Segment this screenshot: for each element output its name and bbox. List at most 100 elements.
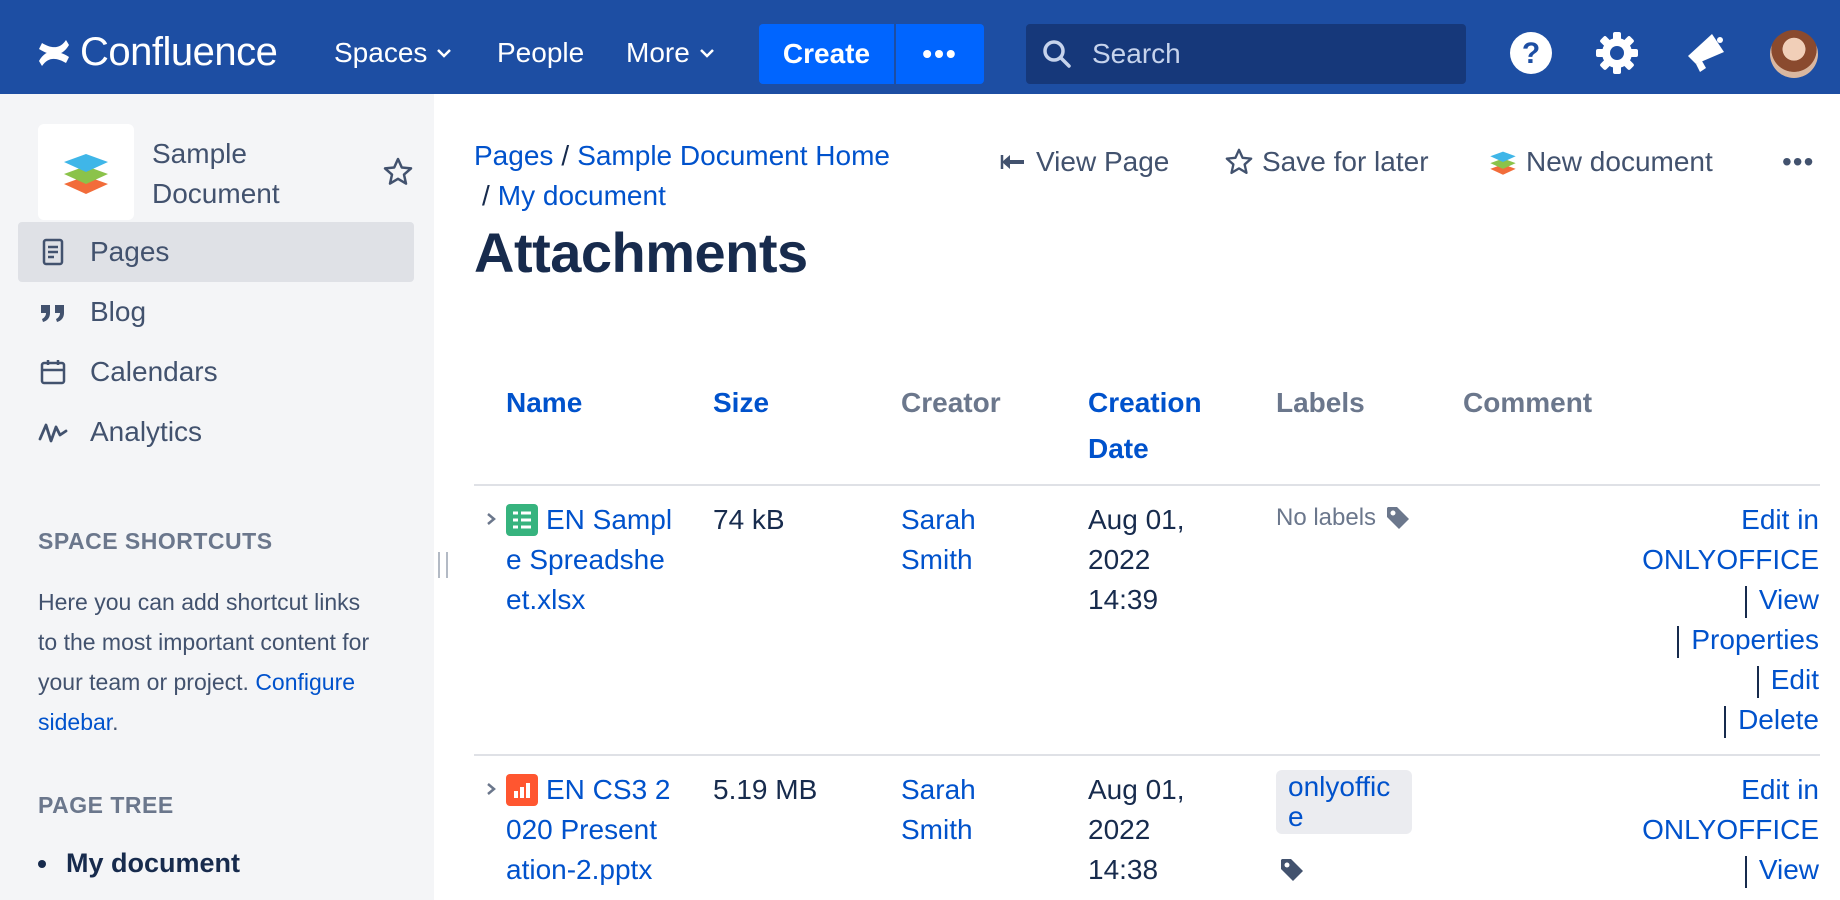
- separator: [1756, 665, 1759, 698]
- attachment-operations: Edit in ONLYOFFICE View: [1642, 770, 1819, 890]
- save-for-later-button[interactable]: Save for later: [1224, 146, 1429, 178]
- page-tree-heading: PAGE TREE: [38, 792, 174, 818]
- attachment-name-link[interactable]: EN CS3 2: [546, 770, 671, 810]
- attachment-name-link-continued[interactable]: e Spreadshe et.xlsx: [506, 540, 665, 620]
- delete-link[interactable]: Delete: [1738, 704, 1819, 735]
- name-line: et.xlsx: [506, 584, 586, 615]
- name-line: EN Sampl: [546, 504, 673, 535]
- column-header-creation-date[interactable]: Creation Date: [1088, 380, 1238, 472]
- more-actions-button[interactable]: •••: [1782, 146, 1814, 178]
- more-menu-label: More: [626, 37, 690, 68]
- search-box[interactable]: [1026, 24, 1466, 84]
- star-icon[interactable]: [382, 156, 414, 188]
- name-line: ation-2.pptx: [506, 854, 653, 885]
- breadcrumb-pages[interactable]: Pages: [474, 140, 553, 171]
- edit-link[interactable]: Edit: [1771, 664, 1819, 695]
- spaces-menu-label: Spaces: [334, 37, 428, 68]
- spaces-menu[interactable]: Spaces: [334, 37, 452, 69]
- tag-icon[interactable]: [1384, 504, 1412, 532]
- attachment-name-link[interactable]: EN Sampl: [546, 500, 672, 540]
- presentation-icon: [506, 774, 538, 806]
- space-shortcuts-heading: SPACE SHORTCUTS: [38, 528, 273, 554]
- name-line: 020 Present: [506, 814, 657, 845]
- name-line: e Spreadshe: [506, 544, 665, 575]
- arrow-back-icon: [1000, 155, 1024, 169]
- page-tree-item[interactable]: My document: [38, 848, 240, 879]
- analytics-icon: [38, 423, 68, 443]
- user-avatar[interactable]: [1770, 30, 1818, 78]
- sidebar-item-label: Blog: [90, 296, 147, 327]
- onlyoffice-layers-icon: [1490, 151, 1516, 175]
- date-line: Aug 01,: [1088, 774, 1185, 805]
- column-header-creator: Creator: [901, 387, 1001, 418]
- date-line: Aug 01,: [1088, 504, 1185, 535]
- sidebar-item-label: Pages: [90, 236, 170, 267]
- column-header-name[interactable]: Name: [506, 380, 582, 426]
- breadcrumb-space-home[interactable]: Sample Document Home: [577, 140, 890, 171]
- date-line: 14:39: [1088, 584, 1159, 615]
- notification-megaphone-icon[interactable]: [1682, 30, 1728, 76]
- date-line: 2022: [1088, 544, 1151, 575]
- attachment-size: 74 kB: [713, 504, 785, 535]
- help-icon[interactable]: ?: [1508, 30, 1554, 76]
- creator-link[interactable]: Sarah Smith: [901, 770, 976, 850]
- chevron-right-icon[interactable]: [484, 782, 498, 796]
- new-document-label: New document: [1526, 146, 1713, 177]
- onlyoffice-layers-icon: [64, 154, 108, 194]
- creation-date: Aug 01, 2022 14:38: [1088, 770, 1185, 890]
- edit-in-onlyoffice-link[interactable]: Edit in: [1741, 774, 1819, 805]
- people-link[interactable]: People: [497, 37, 584, 69]
- spreadsheet-icon: [506, 504, 538, 536]
- attachment-operations: Edit in ONLYOFFICE View Properties Edit …: [1642, 500, 1819, 740]
- creator-link[interactable]: Sarah Smith: [901, 500, 976, 580]
- shortcuts-period: .: [112, 709, 119, 735]
- sidebar-item-calendars[interactable]: Calendars: [18, 342, 414, 402]
- sidebar-item-label: Analytics: [90, 416, 203, 447]
- breadcrumb-current-page[interactable]: My document: [498, 180, 666, 211]
- new-document-button[interactable]: New document: [1488, 146, 1713, 178]
- properties-link[interactable]: Properties: [1691, 624, 1819, 655]
- create-button[interactable]: Create: [759, 24, 894, 84]
- attachment-name-link-continued[interactable]: 020 Present ation-2.pptx: [506, 810, 657, 890]
- more-menu[interactable]: More: [626, 37, 714, 69]
- gear-icon[interactable]: [1594, 30, 1640, 76]
- label-chip-onlyoffice[interactable]: onlyoffic e: [1276, 770, 1412, 834]
- search-input[interactable]: [1092, 38, 1452, 70]
- sidebar-item-blog[interactable]: Blog: [18, 282, 414, 342]
- sidebar-item-analytics[interactable]: Analytics: [18, 402, 414, 462]
- edit-in-onlyoffice-link-line2[interactable]: ONLYOFFICE: [1642, 544, 1819, 575]
- tag-icon[interactable]: [1278, 856, 1306, 884]
- space-name[interactable]: Sample Document: [152, 134, 332, 214]
- view-link[interactable]: View: [1759, 584, 1819, 615]
- people-link-label: People: [497, 37, 585, 68]
- save-for-later-label: Save for later: [1262, 146, 1429, 177]
- create-more-button[interactable]: •••: [896, 24, 984, 84]
- date-line: 2022: [1088, 814, 1151, 845]
- confluence-logo-icon: [39, 39, 69, 66]
- confluence-logo[interactable]: Confluence: [36, 30, 278, 75]
- no-labels-text: No labels: [1276, 504, 1377, 531]
- quote-icon: [41, 305, 64, 322]
- top-navigation-bar: Confluence Spaces People More Create •••…: [0, 0, 1840, 94]
- space-logo[interactable]: [38, 124, 134, 220]
- sidebar-item-pages[interactable]: Pages: [18, 222, 414, 282]
- chevron-right-icon[interactable]: [484, 512, 498, 526]
- calendar-icon: [40, 360, 66, 385]
- creator-line: Sarah: [901, 504, 976, 535]
- view-page-label: View Page: [1036, 146, 1170, 177]
- separator: [1744, 585, 1747, 618]
- breadcrumb-separator: /: [482, 180, 490, 211]
- attachment-size: 5.19 MB: [713, 774, 818, 805]
- svg-text:?: ?: [1522, 37, 1540, 70]
- sidebar-item-label: Calendars: [90, 356, 218, 387]
- edit-in-onlyoffice-link[interactable]: Edit in: [1741, 504, 1819, 535]
- view-page-button[interactable]: View Page: [998, 146, 1169, 178]
- space-shortcuts-text: Here you can add shortcut links to the m…: [38, 582, 378, 742]
- separator: [1744, 855, 1747, 888]
- sidebar-resize-handle[interactable]: [438, 552, 448, 578]
- column-header-size[interactable]: Size: [713, 380, 769, 426]
- page-tree-item-label: My document: [66, 848, 241, 878]
- creation-date: Aug 01, 2022 14:39: [1088, 500, 1185, 620]
- edit-in-onlyoffice-link-line2[interactable]: ONLYOFFICE: [1642, 814, 1819, 845]
- view-link[interactable]: View: [1759, 854, 1819, 885]
